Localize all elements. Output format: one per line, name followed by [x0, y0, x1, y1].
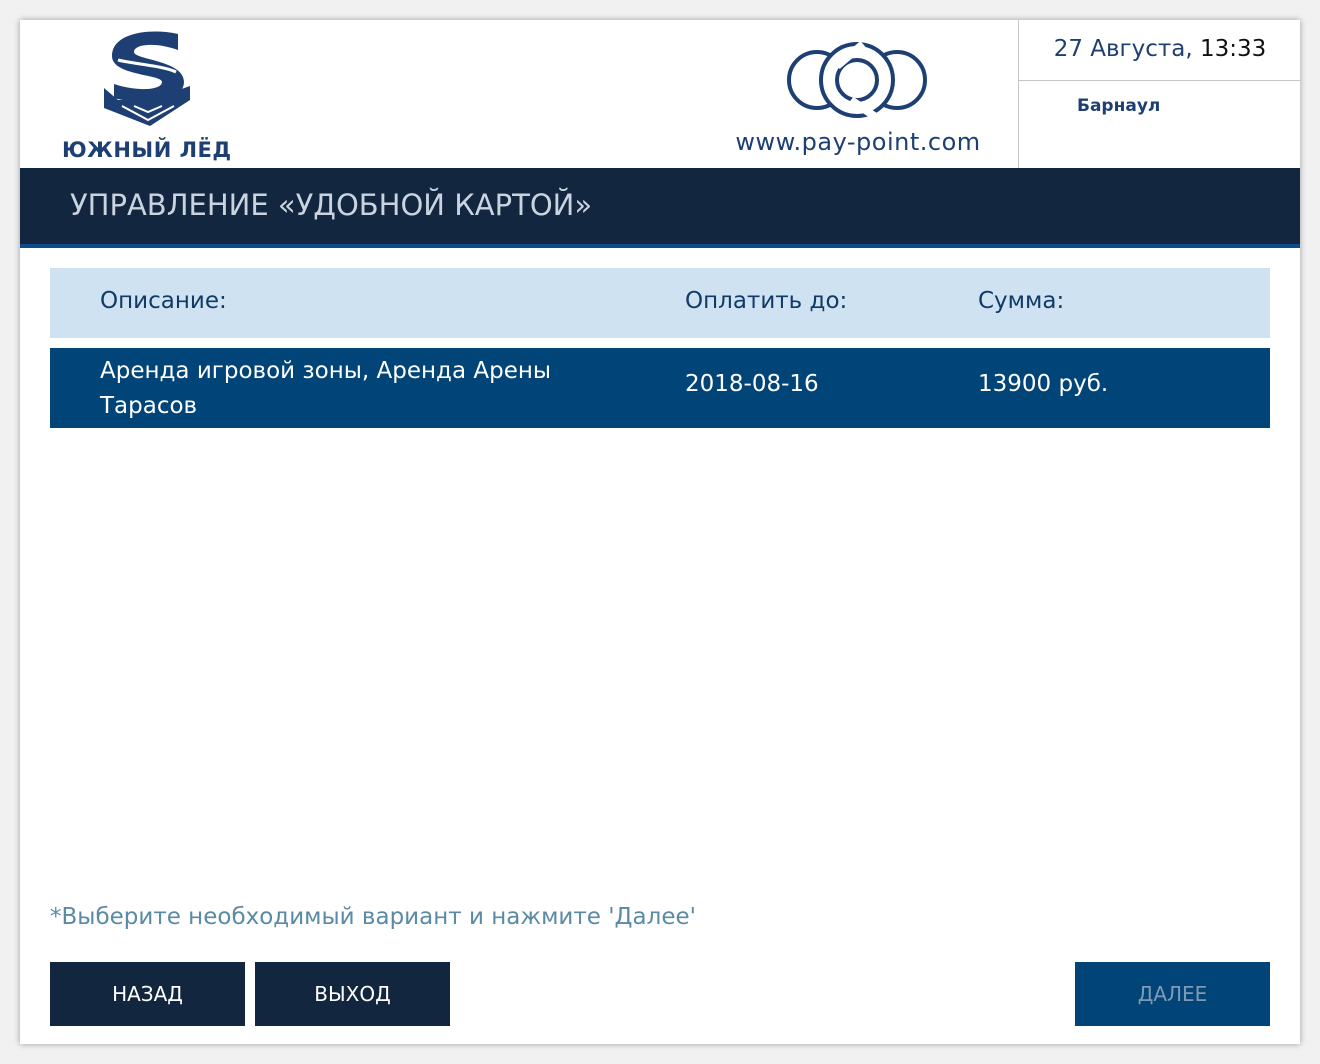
- kiosk-screen: ЮЖНЫЙ ЛЁД www.pay-point.com 27 Августа, …: [20, 20, 1300, 1044]
- column-header-amount: Сумма:: [978, 288, 1065, 314]
- current-time: 13:33: [1200, 36, 1267, 62]
- south-ice-logo-icon: [104, 31, 190, 126]
- next-button[interactable]: ДАЛЕЕ: [1075, 962, 1270, 1026]
- current-date: 27 Августа,: [1053, 36, 1193, 62]
- info-panel: 27 Августа, 13:33 Барнаул: [1018, 20, 1300, 168]
- table-header: Описание: Оплатить до: Сумма:: [50, 268, 1270, 338]
- city-label: Барнаул: [1077, 96, 1161, 116]
- provider-url: www.pay-point.com: [735, 128, 981, 156]
- brand-logo: ЮЖНЫЙ ЛЁД: [60, 26, 240, 162]
- exit-button[interactable]: ВЫХОД: [255, 962, 450, 1026]
- row-description: Аренда игровой зоны, Аренда Арены Тарасо…: [100, 358, 552, 419]
- row-due-date: 2018-08-16: [685, 371, 819, 397]
- column-header-due-date: Оплатить до:: [685, 288, 848, 314]
- row-amount: 13900 руб.: [978, 371, 1109, 397]
- table-row[interactable]: Аренда игровой зоны, Аренда Арены Тарасо…: [50, 348, 1270, 428]
- brand-name: ЮЖНЫЙ ЛЁД: [62, 138, 232, 162]
- hint-text: *Выберите необходимый вариант и нажмите …: [50, 904, 696, 930]
- column-header-description: Описание:: [100, 288, 227, 314]
- datetime: 27 Августа, 13:33: [1019, 20, 1300, 81]
- title-bar: УПРАВЛЕНИЕ «УДОБНОЙ КАРТОЙ»: [20, 168, 1300, 248]
- header: ЮЖНЫЙ ЛЁД www.pay-point.com 27 Августа, …: [20, 20, 1300, 168]
- back-button[interactable]: НАЗАД: [50, 962, 245, 1026]
- pay-point-logo-icon: [787, 40, 927, 118]
- page-title: УПРАВЛЕНИЕ «УДОБНОЙ КАРТОЙ»: [70, 188, 593, 222]
